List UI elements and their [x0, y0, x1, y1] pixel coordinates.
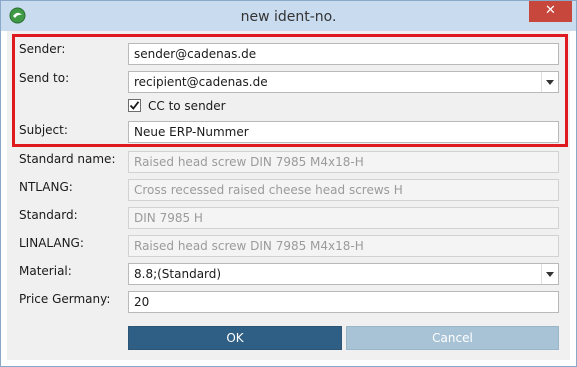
send-to-label: Send to: — [19, 71, 70, 85]
title-bar: new ident-no. ✕ — [1, 1, 576, 31]
subject-label: Subject: — [19, 123, 68, 137]
material-label: Material: — [19, 264, 72, 278]
ntlang-field: Cross recessed raised cheese head screws… — [128, 179, 559, 201]
cancel-button[interactable]: Cancel — [346, 326, 559, 350]
subject-field[interactable]: Neue ERP-Nummer — [128, 121, 559, 143]
ntlang-label: NTLANG: — [19, 180, 73, 194]
price-germany-label: Price Germany: — [19, 292, 111, 306]
linalang-label: LINALANG: — [19, 236, 84, 250]
standard-name-label: Standard name: — [19, 152, 116, 166]
ok-button[interactable]: OK — [128, 326, 342, 350]
close-icon: ✕ — [545, 3, 556, 18]
standard-field: DIN 7985 H — [128, 207, 559, 229]
standard-name-field: Raised head screw DIN 7985 M4x18-H — [128, 151, 559, 173]
standard-label: Standard: — [19, 208, 78, 222]
send-to-value: recipient@cadenas.de — [134, 75, 268, 89]
close-button[interactable]: ✕ — [529, 1, 572, 22]
material-value: 8.8;(Standard) — [134, 267, 222, 281]
cc-to-sender-checkbox[interactable] — [128, 99, 141, 112]
material-select[interactable]: 8.8;(Standard) — [128, 263, 559, 285]
window-title: new ident-no. — [240, 9, 337, 25]
sender-field[interactable]: sender@cadenas.de — [128, 43, 559, 65]
sender-label: Sender: — [19, 42, 66, 56]
price-germany-field[interactable]: 20 — [128, 291, 559, 313]
dialog-window: new ident-no. ✕ Sender: sender@cadenas.d… — [0, 0, 577, 367]
chevron-down-icon[interactable] — [541, 264, 558, 284]
cc-to-sender-label: CC to sender — [148, 99, 226, 113]
chevron-down-icon[interactable] — [541, 72, 558, 92]
linalang-field: Raised head screw DIN 7985 M4x18-H — [128, 235, 559, 257]
send-to-select[interactable]: recipient@cadenas.de — [128, 71, 559, 93]
checkmark-icon — [129, 101, 140, 110]
